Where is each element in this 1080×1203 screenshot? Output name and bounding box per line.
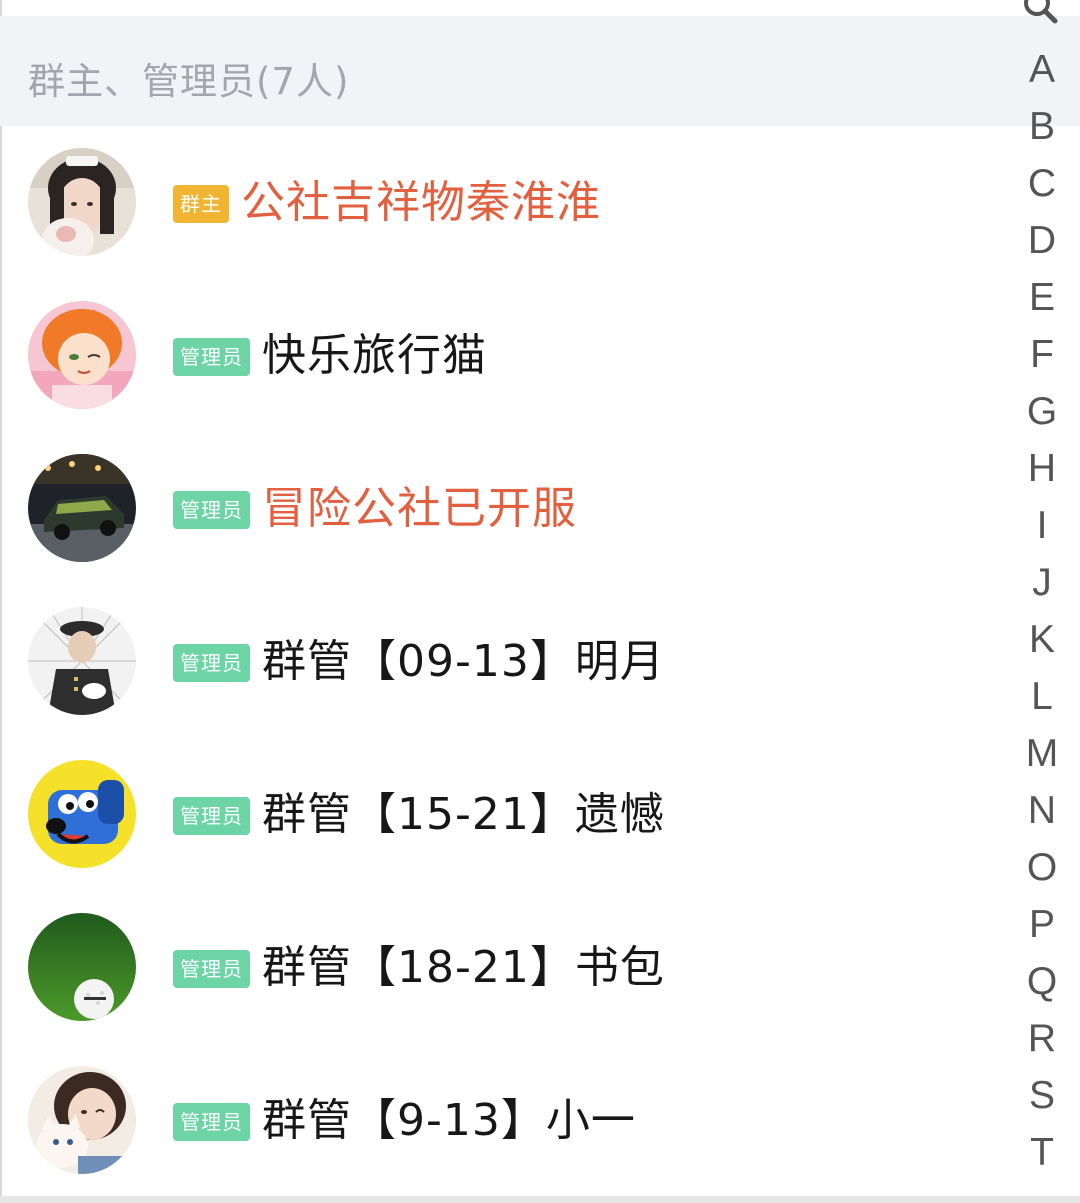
anime-orange-hair-avatar[interactable]: [28, 301, 136, 409]
admin-badge: 管理员: [173, 644, 250, 682]
index-letter-k[interactable]: K: [1010, 617, 1074, 663]
index-letter-b[interactable]: B: [1010, 104, 1074, 150]
section-title: 群主、管理员(7人): [28, 60, 350, 103]
bottom-edge: [0, 1196, 1080, 1203]
admin-badge: 管理员: [173, 491, 250, 529]
index-letter-t[interactable]: T: [1010, 1130, 1074, 1176]
member-name: 公社吉祥物秦淮淮: [241, 177, 601, 228]
member-name: 冒险公社已开服: [262, 483, 577, 534]
search-icon[interactable]: [1020, 0, 1060, 26]
section-header: 群主、管理员(7人): [0, 16, 1080, 126]
index-letter-p[interactable]: P: [1010, 902, 1074, 948]
girl-photo-avatar[interactable]: [28, 148, 136, 256]
index-letter-a[interactable]: A: [1010, 47, 1074, 93]
index-letter-m[interactable]: M: [1010, 731, 1074, 777]
admin-badge: 管理员: [173, 797, 250, 835]
member-row[interactable]: 管理员 快乐旅行猫: [0, 279, 1010, 432]
pixel-blue-dog-avatar[interactable]: [28, 760, 136, 868]
member-row[interactable]: 管理员 群管【15-21】遗憾: [0, 738, 1010, 891]
member-row[interactable]: 管理员 群管【9-13】小一: [0, 1044, 1010, 1197]
index-letter-s[interactable]: S: [1010, 1073, 1074, 1119]
member-name: 群管【18-21】书包: [262, 942, 665, 993]
member-name: 群管【15-21】遗憾: [262, 789, 665, 840]
index-letter-i[interactable]: I: [1010, 503, 1074, 549]
index-letter-n[interactable]: N: [1010, 788, 1074, 834]
admin-badge: 管理员: [173, 338, 250, 376]
owner-badge: 群主: [173, 185, 229, 223]
alphabet-index-bar[interactable]: ABCDEFGHIJKLMNOPQRST: [1010, 0, 1074, 1203]
uniform-officer-avatar[interactable]: [28, 607, 136, 715]
member-row[interactable]: 管理员 群管【18-21】书包: [0, 891, 1010, 1044]
index-letter-l[interactable]: L: [1010, 674, 1074, 720]
race-car-avatar[interactable]: [28, 454, 136, 562]
member-row[interactable]: 群主 公社吉祥物秦淮淮: [0, 126, 1010, 279]
admin-badge: 管理员: [173, 1103, 250, 1141]
member-name: 快乐旅行猫: [262, 330, 487, 381]
index-letter-o[interactable]: O: [1010, 845, 1074, 891]
index-letter-g[interactable]: G: [1010, 389, 1074, 435]
index-letter-d[interactable]: D: [1010, 218, 1074, 264]
member-name: 群管【9-13】小一: [262, 1095, 636, 1146]
member-list: 群主 公社吉祥物秦淮淮 管理员 快乐旅行猫 管理员 冒险公社已开服 管理员 群管…: [0, 126, 1010, 1197]
index-letter-c[interactable]: C: [1010, 161, 1074, 207]
index-letter-q[interactable]: Q: [1010, 959, 1074, 1005]
member-row[interactable]: 管理员 群管【09-13】明月: [0, 585, 1010, 738]
girl-with-cat-avatar[interactable]: [28, 1066, 136, 1174]
golf-ball-grass-avatar[interactable]: [28, 913, 136, 1021]
member-row[interactable]: 管理员 冒险公社已开服: [0, 432, 1010, 585]
top-strip: [0, 0, 1080, 16]
index-letter-f[interactable]: F: [1010, 332, 1074, 378]
group-member-list-screen: 群主、管理员(7人) 群主 公社吉祥物秦淮淮 管理员 快乐旅行猫 管理员 冒险公…: [0, 0, 1080, 1203]
admin-badge: 管理员: [173, 950, 250, 988]
index-letter-e[interactable]: E: [1010, 275, 1074, 321]
index-letter-j[interactable]: J: [1010, 560, 1074, 606]
index-letter-h[interactable]: H: [1010, 446, 1074, 492]
member-name: 群管【09-13】明月: [262, 636, 665, 687]
index-letter-r[interactable]: R: [1010, 1016, 1074, 1062]
